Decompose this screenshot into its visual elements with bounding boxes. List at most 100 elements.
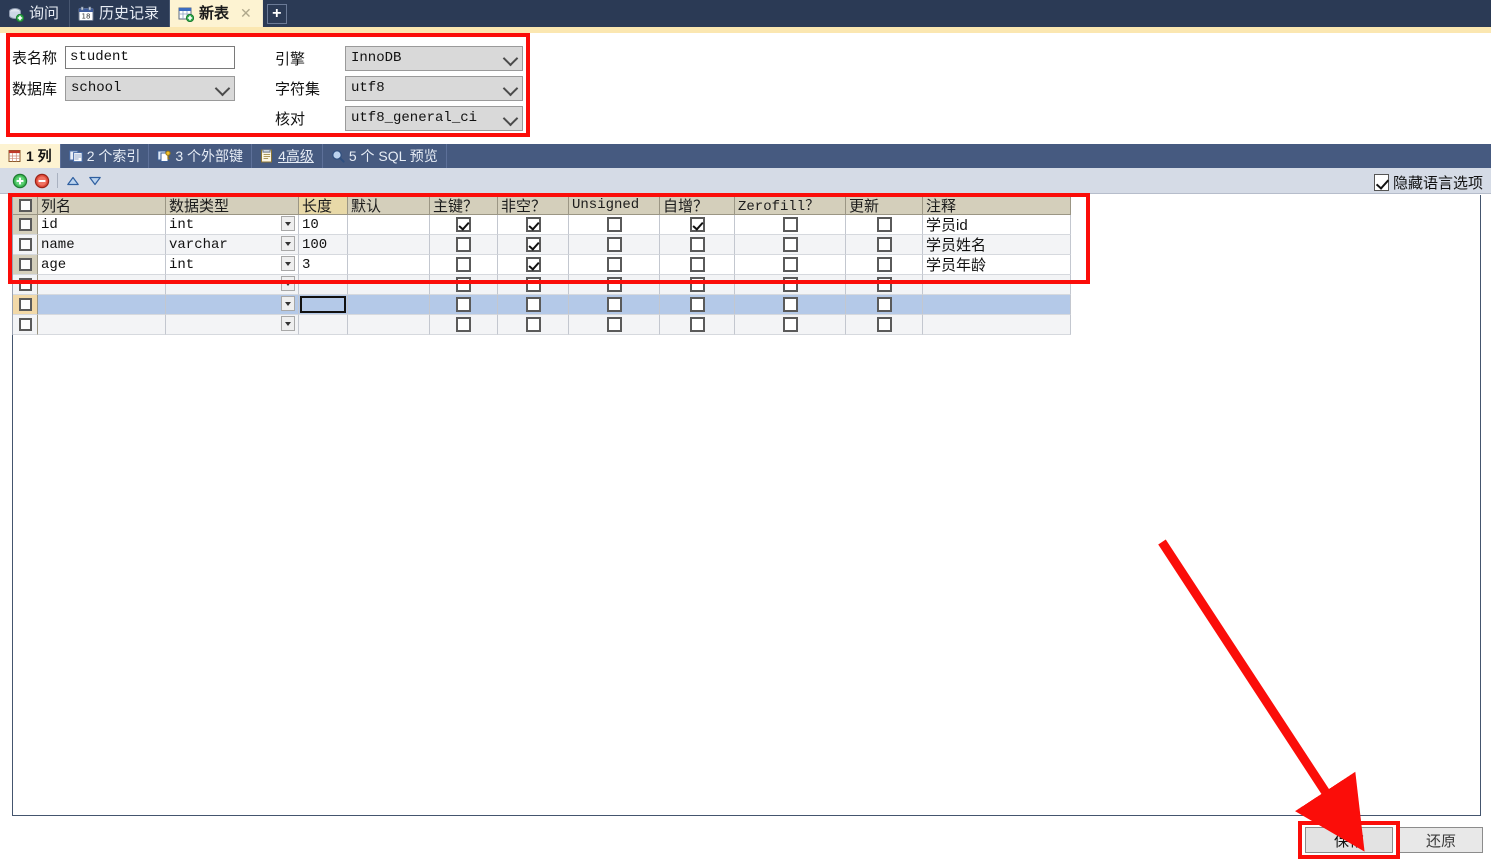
primary-key-checkbox[interactable] <box>456 237 471 252</box>
not-null-checkbox[interactable] <box>525 317 541 332</box>
cell-unsigned[interactable] <box>569 215 660 235</box>
select-all-cell[interactable] <box>13 195 38 215</box>
cell-length[interactable] <box>299 315 348 335</box>
database-select[interactable]: school <box>65 76 236 101</box>
row-select-checkbox[interactable] <box>18 258 32 271</box>
cell-zerofill[interactable] <box>735 295 846 315</box>
cell-zerofill[interactable] <box>735 315 846 335</box>
update-checkbox[interactable] <box>876 257 892 272</box>
cell-primary-key[interactable] <box>430 275 498 295</box>
header-primary-key[interactable]: 主键？ <box>430 195 498 215</box>
engine-select[interactable]: InnoDB <box>345 46 523 71</box>
update-checkbox[interactable] <box>876 317 892 332</box>
cell-update[interactable] <box>846 315 923 335</box>
cell-data-type[interactable] <box>166 315 299 335</box>
unsigned-checkbox[interactable] <box>606 217 622 232</box>
hide-language-option[interactable]: 隐藏语言选项 <box>1373 172 1483 193</box>
cell-not-null[interactable] <box>498 255 569 275</box>
cell-primary-key[interactable] <box>430 235 498 255</box>
table-row[interactable] <box>13 315 1071 335</box>
update-checkbox[interactable] <box>876 217 892 232</box>
cell-not-null[interactable] <box>498 295 569 315</box>
row-select-cell[interactable] <box>13 315 38 335</box>
add-row-icon[interactable] <box>12 173 28 189</box>
zerofill-checkbox[interactable] <box>782 257 798 272</box>
auto-increment-checkbox[interactable] <box>689 257 705 272</box>
primary-key-checkbox[interactable] <box>456 257 471 272</box>
cell-zerofill[interactable] <box>735 215 846 235</box>
cell-comment[interactable]: 学员年龄 <box>923 255 1071 275</box>
save-button[interactable]: 保存 <box>1305 827 1393 853</box>
cell-column-name[interactable]: age <box>38 255 166 275</box>
header-not-null[interactable]: 非空？ <box>498 195 569 215</box>
zerofill-checkbox[interactable] <box>782 277 798 292</box>
cell-comment[interactable] <box>923 275 1071 295</box>
cell-comment[interactable] <box>923 315 1071 335</box>
auto-increment-checkbox[interactable] <box>689 217 705 232</box>
row-select-checkbox[interactable] <box>18 278 32 291</box>
hide-language-checkbox[interactable] <box>1373 174 1389 191</box>
cell-length[interactable]: 3 <box>299 255 348 275</box>
cell-update[interactable] <box>846 275 923 295</box>
unsigned-checkbox[interactable] <box>606 297 622 312</box>
header-data-type[interactable]: 数据类型 <box>166 195 299 215</box>
primary-key-checkbox[interactable] <box>456 297 471 312</box>
chevron-down-icon[interactable] <box>281 216 295 231</box>
add-tab-button[interactable]: + <box>266 4 287 24</box>
subtab-columns[interactable]: 1 列 <box>0 144 61 168</box>
auto-increment-checkbox[interactable] <box>689 237 705 252</box>
cell-primary-key[interactable] <box>430 215 498 235</box>
cell-auto-increment[interactable] <box>660 235 735 255</box>
unsigned-checkbox[interactable] <box>606 317 622 332</box>
header-update[interactable]: 更新 <box>846 195 923 215</box>
cell-not-null[interactable] <box>498 275 569 295</box>
header-unsigned[interactable]: Unsigned <box>569 195 660 215</box>
auto-increment-checkbox[interactable] <box>689 317 705 332</box>
chevron-down-icon[interactable] <box>281 236 295 251</box>
table-row[interactable] <box>13 275 1071 295</box>
header-length[interactable]: 长度 <box>299 195 348 215</box>
header-column-name[interactable]: 列名 <box>38 195 166 215</box>
header-default[interactable]: 默认 <box>348 195 430 215</box>
row-select-cell[interactable] <box>13 215 38 235</box>
cell-default[interactable] <box>348 215 430 235</box>
not-null-checkbox[interactable] <box>525 237 541 252</box>
update-checkbox[interactable] <box>876 277 892 292</box>
cell-length[interactable] <box>299 275 348 295</box>
cell-unsigned[interactable] <box>569 295 660 315</box>
row-select-cell[interactable] <box>13 295 38 315</box>
cell-unsigned[interactable] <box>569 315 660 335</box>
cell-data-type[interactable] <box>166 295 299 315</box>
primary-key-checkbox[interactable] <box>456 217 471 232</box>
chevron-down-icon[interactable] <box>281 256 295 271</box>
cell-auto-increment[interactable] <box>660 315 735 335</box>
zerofill-checkbox[interactable] <box>782 217 798 232</box>
length-edit-box[interactable] <box>300 296 346 313</box>
update-checkbox[interactable] <box>876 297 892 312</box>
cell-data-type[interactable]: int <box>166 255 299 275</box>
cell-auto-increment[interactable] <box>660 215 735 235</box>
cell-zerofill[interactable] <box>735 255 846 275</box>
cell-column-name[interactable] <box>38 295 166 315</box>
cell-comment[interactable]: 学员id <box>923 215 1071 235</box>
cell-update[interactable] <box>846 295 923 315</box>
cell-update[interactable] <box>846 255 923 275</box>
auto-increment-checkbox[interactable] <box>689 297 705 312</box>
zerofill-checkbox[interactable] <box>782 317 798 332</box>
table-row[interactable]: name varchar 100 学员姓名 <box>13 235 1071 255</box>
cell-data-type[interactable]: int <box>166 215 299 235</box>
cell-not-null[interactable] <box>498 235 569 255</box>
zerofill-checkbox[interactable] <box>782 297 798 312</box>
close-icon[interactable]: ✕ <box>240 5 252 22</box>
primary-key-checkbox[interactable] <box>456 277 471 292</box>
row-select-cell[interactable] <box>13 275 38 295</box>
cell-default[interactable] <box>348 295 430 315</box>
cell-comment[interactable]: 学员姓名 <box>923 235 1071 255</box>
cell-data-type[interactable]: varchar <box>166 235 299 255</box>
row-select-cell[interactable] <box>13 235 38 255</box>
row-select-checkbox[interactable] <box>18 318 32 331</box>
move-down-icon[interactable] <box>87 173 103 189</box>
cell-update[interactable] <box>846 235 923 255</box>
tab-history[interactable]: 18 历史记录 <box>70 0 171 27</box>
not-null-checkbox[interactable] <box>525 257 541 272</box>
